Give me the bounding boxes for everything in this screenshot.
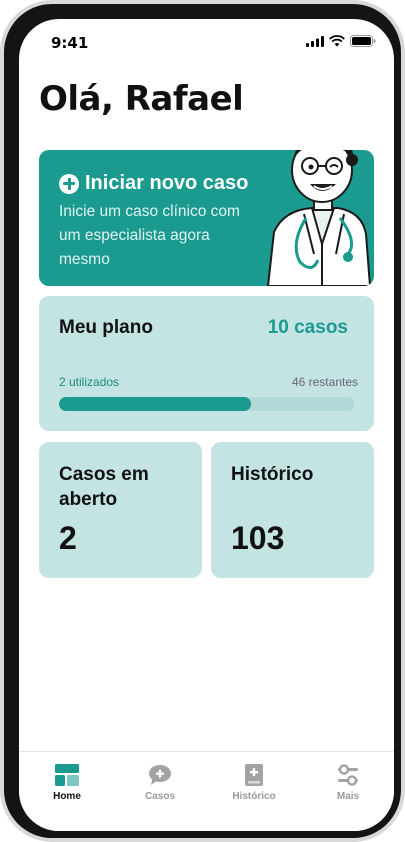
- plan-used-label: 2 utilizados: [59, 375, 120, 389]
- tab-history[interactable]: Histórico: [219, 764, 289, 802]
- home-icon: [55, 764, 79, 786]
- tab-more-label: Mais: [336, 791, 360, 802]
- phone-frame: 9:41 Olá, Rafael Iniciar novo caso Inici…: [0, 0, 405, 842]
- plan-progress-fill: [59, 397, 251, 411]
- greeting-title: Olá, Rafael: [39, 79, 244, 119]
- doctor-illustration-icon: [266, 150, 372, 286]
- plan-remaining-label: 46 restantes: [291, 375, 358, 389]
- history-value: 103: [231, 520, 285, 556]
- app-screen: 9:41 Olá, Rafael Iniciar novo caso Inici…: [19, 19, 394, 831]
- chat-plus-icon: [149, 765, 171, 785]
- book-plus-icon: [245, 764, 263, 786]
- history-title: Histórico: [231, 464, 314, 485]
- plan-card[interactable]: Meu plano 10 casos 2 utilizados 46 resta…: [39, 296, 374, 431]
- new-case-title: Iniciar novo caso: [85, 172, 249, 194]
- new-case-title-row: Iniciar novo caso: [59, 172, 248, 195]
- status-icons: [306, 35, 376, 47]
- plan-title: Meu plano: [59, 317, 153, 338]
- history-card[interactable]: Histórico 103: [211, 442, 374, 578]
- phone-bezel: 9:41 Olá, Rafael Iniciar novo caso Inici…: [4, 4, 401, 838]
- open-cases-card[interactable]: Casos em aberto 2: [39, 442, 202, 578]
- open-cases-value: 2: [59, 520, 77, 556]
- tab-cases[interactable]: Casos: [125, 764, 195, 802]
- plus-circle-icon: [59, 173, 79, 194]
- bottom-tab-bar: Home Casos Histórico Mais: [19, 751, 394, 831]
- wifi-icon: [329, 35, 345, 47]
- open-cases-title: Casos em aberto: [59, 464, 149, 510]
- battery-icon: [350, 35, 376, 47]
- tab-cases-label: Casos: [144, 791, 175, 802]
- signal-icon: [306, 35, 324, 47]
- new-case-subtitle: Inicie um caso clínico com um especialis…: [59, 203, 240, 268]
- plan-progress-bar: [59, 397, 354, 411]
- tab-home-label: Home: [53, 791, 81, 802]
- tab-history-label: Histórico: [232, 791, 276, 802]
- plan-case-count: 10 casos: [267, 317, 348, 338]
- status-time: 9:41: [51, 34, 89, 52]
- new-case-card[interactable]: Iniciar novo caso Inicie um caso clínico…: [39, 150, 374, 286]
- tab-home[interactable]: Home: [32, 764, 102, 802]
- settings-sliders-icon: [338, 764, 358, 786]
- tab-more[interactable]: Mais: [313, 764, 383, 802]
